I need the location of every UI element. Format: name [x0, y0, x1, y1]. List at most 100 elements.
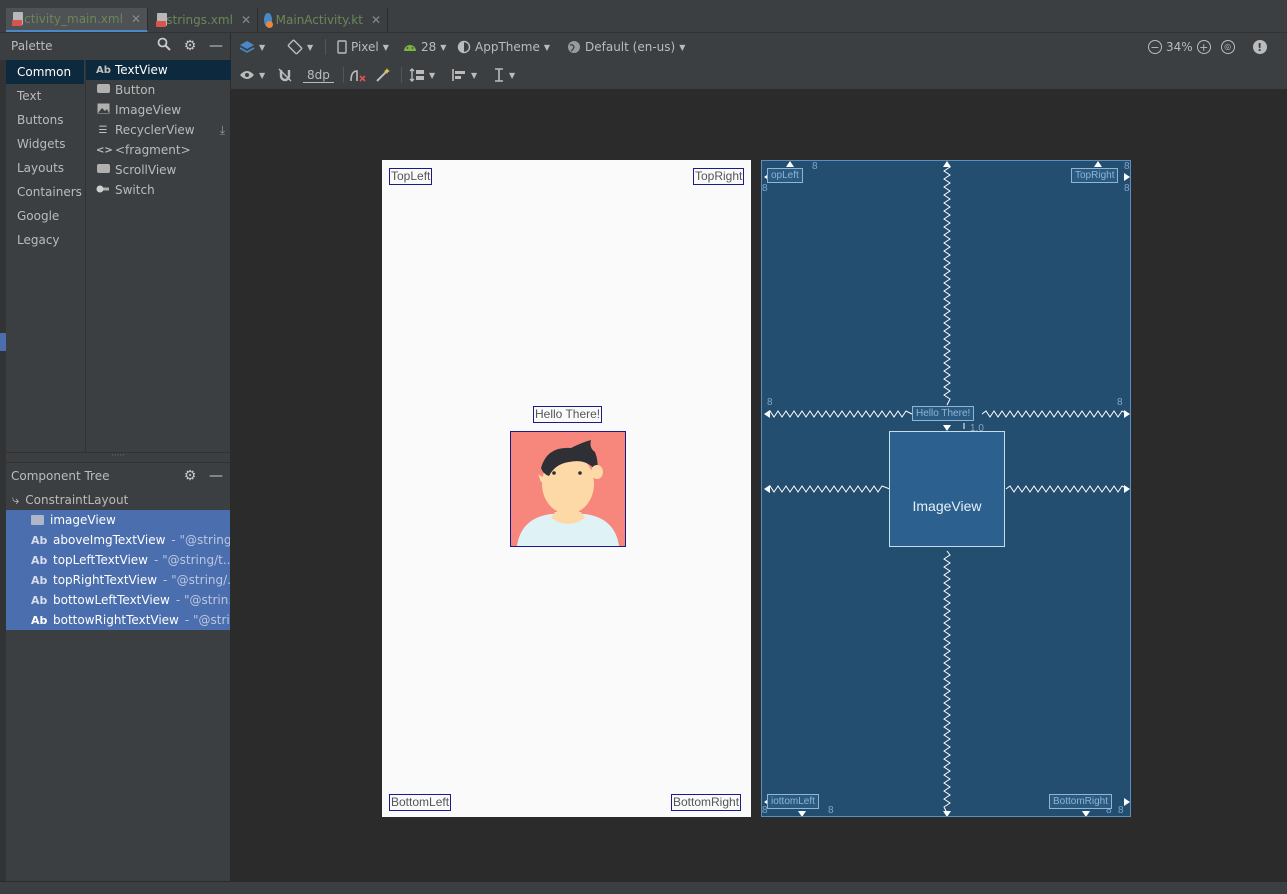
zoom-in-icon[interactable]: +: [1196, 40, 1211, 54]
tab-activity-main[interactable]: activity_main.xml ✕: [6, 8, 148, 32]
margin-label: 8: [812, 161, 818, 172]
palette-item-button[interactable]: Button: [86, 80, 231, 100]
top-left-textview[interactable]: TopLeft: [389, 168, 433, 185]
autoconnect-toggle[interactable]: [277, 61, 293, 89]
android-icon: [404, 45, 416, 51]
tree-row-topright[interactable]: Ab topRightTextView - "@string/...: [6, 570, 230, 590]
bp-bottom-left-textview[interactable]: iottomLeft: [767, 794, 819, 809]
palette-item-label: ScrollView: [115, 163, 177, 177]
warning-icon[interactable]: !: [1252, 40, 1267, 54]
tree-row-detail: - "@string...: [171, 533, 230, 547]
design-toolbar: ▼ ▼ Pixel ▼ 28 ▼ AppTheme ▼ Default (en-…: [231, 33, 1287, 62]
locale-selector[interactable]: Default (en-us) ▼: [567, 33, 685, 61]
button-icon: [96, 84, 110, 96]
align-button[interactable]: ▼: [451, 61, 477, 89]
tree-row-bottomleft[interactable]: Ab bottowLeftTextView - "@strin...: [6, 590, 230, 610]
locale-label: Default (en-us): [585, 40, 676, 54]
top-right-textview[interactable]: TopRight: [693, 168, 745, 185]
pack-button[interactable]: ▼: [409, 61, 435, 89]
palette-category-google[interactable]: Google: [6, 204, 84, 228]
orientation-button[interactable]: ▼: [287, 33, 313, 61]
palette-item-label: Button: [115, 83, 156, 97]
palette-item-imageview[interactable]: ImageView: [86, 100, 231, 120]
palette-category-layouts[interactable]: Layouts: [6, 156, 84, 180]
margin-label: 8: [767, 397, 773, 408]
palette-item-switch[interactable]: Switch: [86, 180, 231, 200]
palette-item-label: TextView: [115, 63, 168, 77]
bottom-right-textview[interactable]: BottomRight: [671, 794, 742, 811]
bp-top-right-textview[interactable]: TopRight: [1071, 168, 1119, 183]
palette-header: Palette ⚙ —: [0, 33, 230, 59]
default-margin-button[interactable]: 8dp: [303, 61, 334, 89]
avatar-imageview[interactable]: [510, 431, 626, 547]
gear-icon[interactable]: ⚙: [182, 468, 198, 484]
palette-items: Ab TextView Button ImageView ☰ RecyclerV…: [85, 60, 231, 452]
view-options-button[interactable]: ▼: [239, 61, 265, 89]
panel-splitter[interactable]: ·····: [6, 452, 230, 461]
bp-imageview[interactable]: ImageView: [889, 431, 1005, 547]
zoom-out-icon[interactable]: −: [1148, 40, 1162, 54]
text-ab-icon: Ab: [96, 64, 111, 76]
bottom-left-textview[interactable]: BottomLeft: [389, 794, 452, 811]
design-surface-button[interactable]: ▼: [239, 33, 265, 61]
search-icon[interactable]: [156, 37, 172, 55]
minimize-icon[interactable]: —: [208, 38, 224, 54]
zoom-controls: − 34% + ◎ !: [1148, 33, 1267, 61]
close-icon[interactable]: ✕: [371, 13, 381, 27]
bp-hello-textview[interactable]: Hello There!: [912, 406, 975, 421]
scrollview-icon: [96, 164, 110, 176]
hello-textview[interactable]: Hello There!: [533, 406, 603, 423]
palette-item-label: ImageView: [115, 103, 182, 117]
zoom-fit-icon[interactable]: ◎: [1220, 40, 1235, 54]
align-left-icon: [452, 69, 465, 81]
globe-icon: [568, 41, 580, 53]
xml-file-icon: [12, 12, 23, 26]
tree-row-aboveimg[interactable]: Ab aboveImgTextView - "@string...: [6, 530, 230, 550]
palette-category-text[interactable]: Text: [6, 84, 84, 108]
component-tree-header: Component Tree ⚙ —: [6, 462, 230, 488]
chevron-down-icon: ▼: [471, 70, 478, 80]
palette-category-common[interactable]: Common: [6, 60, 84, 84]
guidelines-button[interactable]: ▼: [493, 61, 515, 89]
clear-constraints-button[interactable]: [349, 61, 367, 89]
textview-icon: Ab: [31, 613, 48, 627]
palette-category-buttons[interactable]: Buttons: [6, 108, 84, 132]
tree-root-row[interactable]: ⤷ ConstraintLayout: [6, 490, 230, 510]
bp-top-left-textview[interactable]: opLeft: [767, 168, 803, 183]
palette-category-containers[interactable]: Containers: [6, 180, 84, 204]
bp-bottom-right-textview[interactable]: BottomRight: [1049, 794, 1113, 809]
tab-main-activity[interactable]: MainActivity.kt ✕: [258, 8, 388, 32]
gear-icon[interactable]: ⚙: [182, 38, 198, 54]
infer-constraints-button[interactable]: [375, 61, 391, 89]
palette-category-legacy[interactable]: Legacy: [6, 228, 84, 252]
palette-item-scrollview[interactable]: ScrollView: [86, 160, 231, 180]
list-icon: ☰: [98, 124, 108, 136]
chevron-down-icon: ▼: [259, 42, 266, 52]
minimize-icon[interactable]: —: [208, 468, 224, 484]
api-selector[interactable]: 28 ▼: [403, 33, 446, 61]
download-icon[interactable]: ⤓: [220, 123, 225, 138]
close-icon[interactable]: ✕: [131, 12, 141, 26]
magnet-off-icon: [278, 68, 292, 82]
tree-row-topleft[interactable]: Ab topLeftTextView - "@string/t...: [6, 550, 230, 570]
api-label: 28: [421, 40, 437, 54]
tab-strings[interactable]: strings.xml ✕: [150, 8, 258, 32]
margin-value: 8dp: [303, 68, 334, 83]
textview-icon: Ab: [31, 553, 48, 567]
palette-category-widgets[interactable]: Widgets: [6, 132, 84, 156]
zoom-level: 34%: [1166, 40, 1193, 54]
device-selector[interactable]: Pixel ▼: [337, 33, 389, 61]
tree-row-name: bottowLeftTextView: [53, 593, 170, 607]
tree-row-bottomright[interactable]: Ab bottowRightTextView - "@stri...: [6, 610, 230, 630]
bp-imageview-label: ImageView: [912, 498, 982, 514]
close-icon[interactable]: ✕: [241, 13, 251, 27]
theme-selector[interactable]: AppTheme ▼: [457, 33, 550, 61]
palette-item-label: Switch: [115, 183, 155, 197]
palette-item-fragment[interactable]: <> <fragment>: [86, 140, 231, 160]
device-label: Pixel: [351, 40, 379, 54]
palette-item-recyclerview[interactable]: ☰ RecyclerView ⤓: [86, 120, 231, 140]
palette-item-textview[interactable]: Ab TextView: [86, 60, 231, 80]
toolbar-separator: [343, 67, 344, 83]
tree-row-imageview[interactable]: imageView: [6, 510, 230, 530]
editor-tab-bar: activity_main.xml ✕ strings.xml ✕ MainAc…: [0, 8, 1287, 33]
